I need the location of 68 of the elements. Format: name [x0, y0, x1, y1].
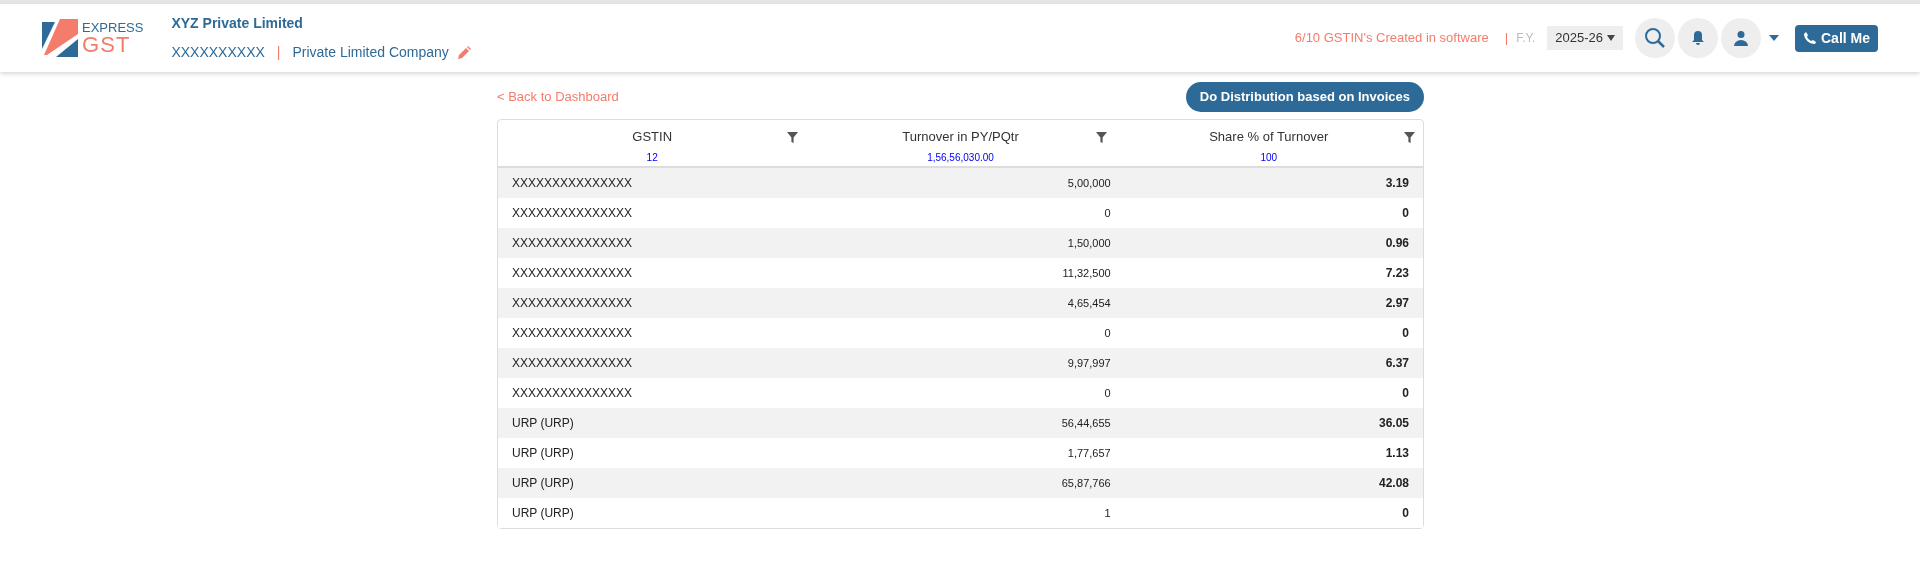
table-cell-text: URP (URP): [511, 475, 575, 492]
table-cell-text: 9,97,997: [1066, 355, 1112, 371]
table-cell-text: XXXXXXXXXXXXXXX: [511, 235, 634, 252]
table-cell-text: 7.23: [1384, 265, 1410, 282]
table-cell-text: 65,87,766: [1060, 475, 1112, 491]
filter-icon[interactable]: [1404, 132, 1415, 143]
column-total: 12: [646, 150, 658, 165]
table-cell-text: 36.05: [1377, 415, 1410, 432]
table-cell-text: 3.19: [1384, 175, 1410, 192]
table-cell-text: 56,44,655: [1060, 415, 1112, 431]
table-cell-text: 0: [1401, 385, 1410, 402]
table-cell-text: 0: [1103, 205, 1112, 221]
gstin-search-button[interactable]: [1635, 18, 1675, 58]
table-cell-text: XXXXXXXXXXXXXXX: [511, 295, 634, 312]
user-icon: [1733, 30, 1749, 46]
column-header: Turnover in PY/PQtr: [902, 128, 1019, 146]
table-cell-text: XXXXXXXXXXXXXXX: [511, 205, 634, 222]
table-cell-text: 11,32,500: [1061, 265, 1112, 281]
notifications-button[interactable]: [1678, 18, 1718, 58]
table-cell-text: 1: [1103, 505, 1112, 521]
table-cell-text: 42.08: [1377, 475, 1410, 492]
search-icon: [1644, 27, 1666, 49]
table-cell-text: 0: [1103, 385, 1112, 401]
table-cell-text: 1,77,657: [1066, 445, 1112, 461]
table-cell-text: 0: [1103, 325, 1112, 341]
table-cell-text: URP (URP): [511, 445, 575, 462]
table-cell-text: XXXXXXXXXXXXXXX: [511, 325, 634, 342]
logo-icon: [42, 19, 78, 57]
column-header: Share % of Turnover: [1209, 128, 1329, 146]
pencil-icon[interactable]: [456, 45, 471, 60]
filter-icon[interactable]: [787, 132, 799, 143]
table-cell-text: XXXXXXXXXXXXXXX: [511, 355, 634, 372]
table-cell-text: XXXXXXXXXXXXXXX: [511, 175, 634, 192]
separator-text: |: [275, 43, 282, 62]
column-total: 100: [1260, 150, 1278, 165]
table-cell-text: 0.96: [1384, 235, 1410, 252]
table-cell-text: 1,50,000: [1066, 235, 1112, 251]
fy-label: F.Y.: [1516, 30, 1536, 47]
table-cell-text: 0: [1401, 205, 1410, 222]
table-cell-text: URP (URP): [511, 415, 575, 432]
gstin-count-text: 6/10 GSTIN's Created in software: [1294, 29, 1489, 48]
distribution-button[interactable]: Do Distribution based on Invoices: [1185, 82, 1424, 112]
company-name: XYZ Private Limited: [171, 14, 304, 33]
logo-text: GST: [82, 33, 131, 56]
phone-icon: [1803, 31, 1817, 45]
filter-icon[interactable]: [1095, 132, 1107, 143]
table-cell-text: 0: [1401, 325, 1410, 342]
table-cell-text: XXXXXXXXXXXXXXX: [511, 265, 634, 282]
table-cell-text: 0: [1401, 505, 1410, 522]
gstin-text: XXXXXXXXXX: [171, 43, 265, 62]
table-cell-text: 4,65,454: [1066, 295, 1112, 311]
table-cell-text: URP (URP): [511, 505, 575, 522]
table-cell-text: 2.97: [1384, 295, 1410, 312]
table-cell-text: 6.37: [1384, 355, 1410, 372]
column-header: GSTIN: [632, 128, 673, 146]
call-me-button[interactable]: Call Me: [1795, 24, 1878, 52]
bell-icon: [1691, 30, 1705, 46]
table-cell-text: 5,00,000: [1066, 175, 1112, 191]
fy-select[interactable]: 2025-26: [1547, 26, 1623, 50]
caret-icon[interactable]: [1769, 35, 1779, 41]
company-type: Private Limited Company: [292, 43, 449, 62]
profile-button[interactable]: [1721, 18, 1761, 58]
table-cell-text: 1.13: [1384, 445, 1410, 462]
logo-text: EXPRESS: [82, 20, 144, 34]
column-total: 1,56,56,030.00: [927, 150, 994, 165]
table-cell-text: XXXXXXXXXXXXXXX: [511, 385, 634, 402]
caret-icon: [1607, 35, 1615, 41]
separator-text: |: [1504, 29, 1509, 48]
